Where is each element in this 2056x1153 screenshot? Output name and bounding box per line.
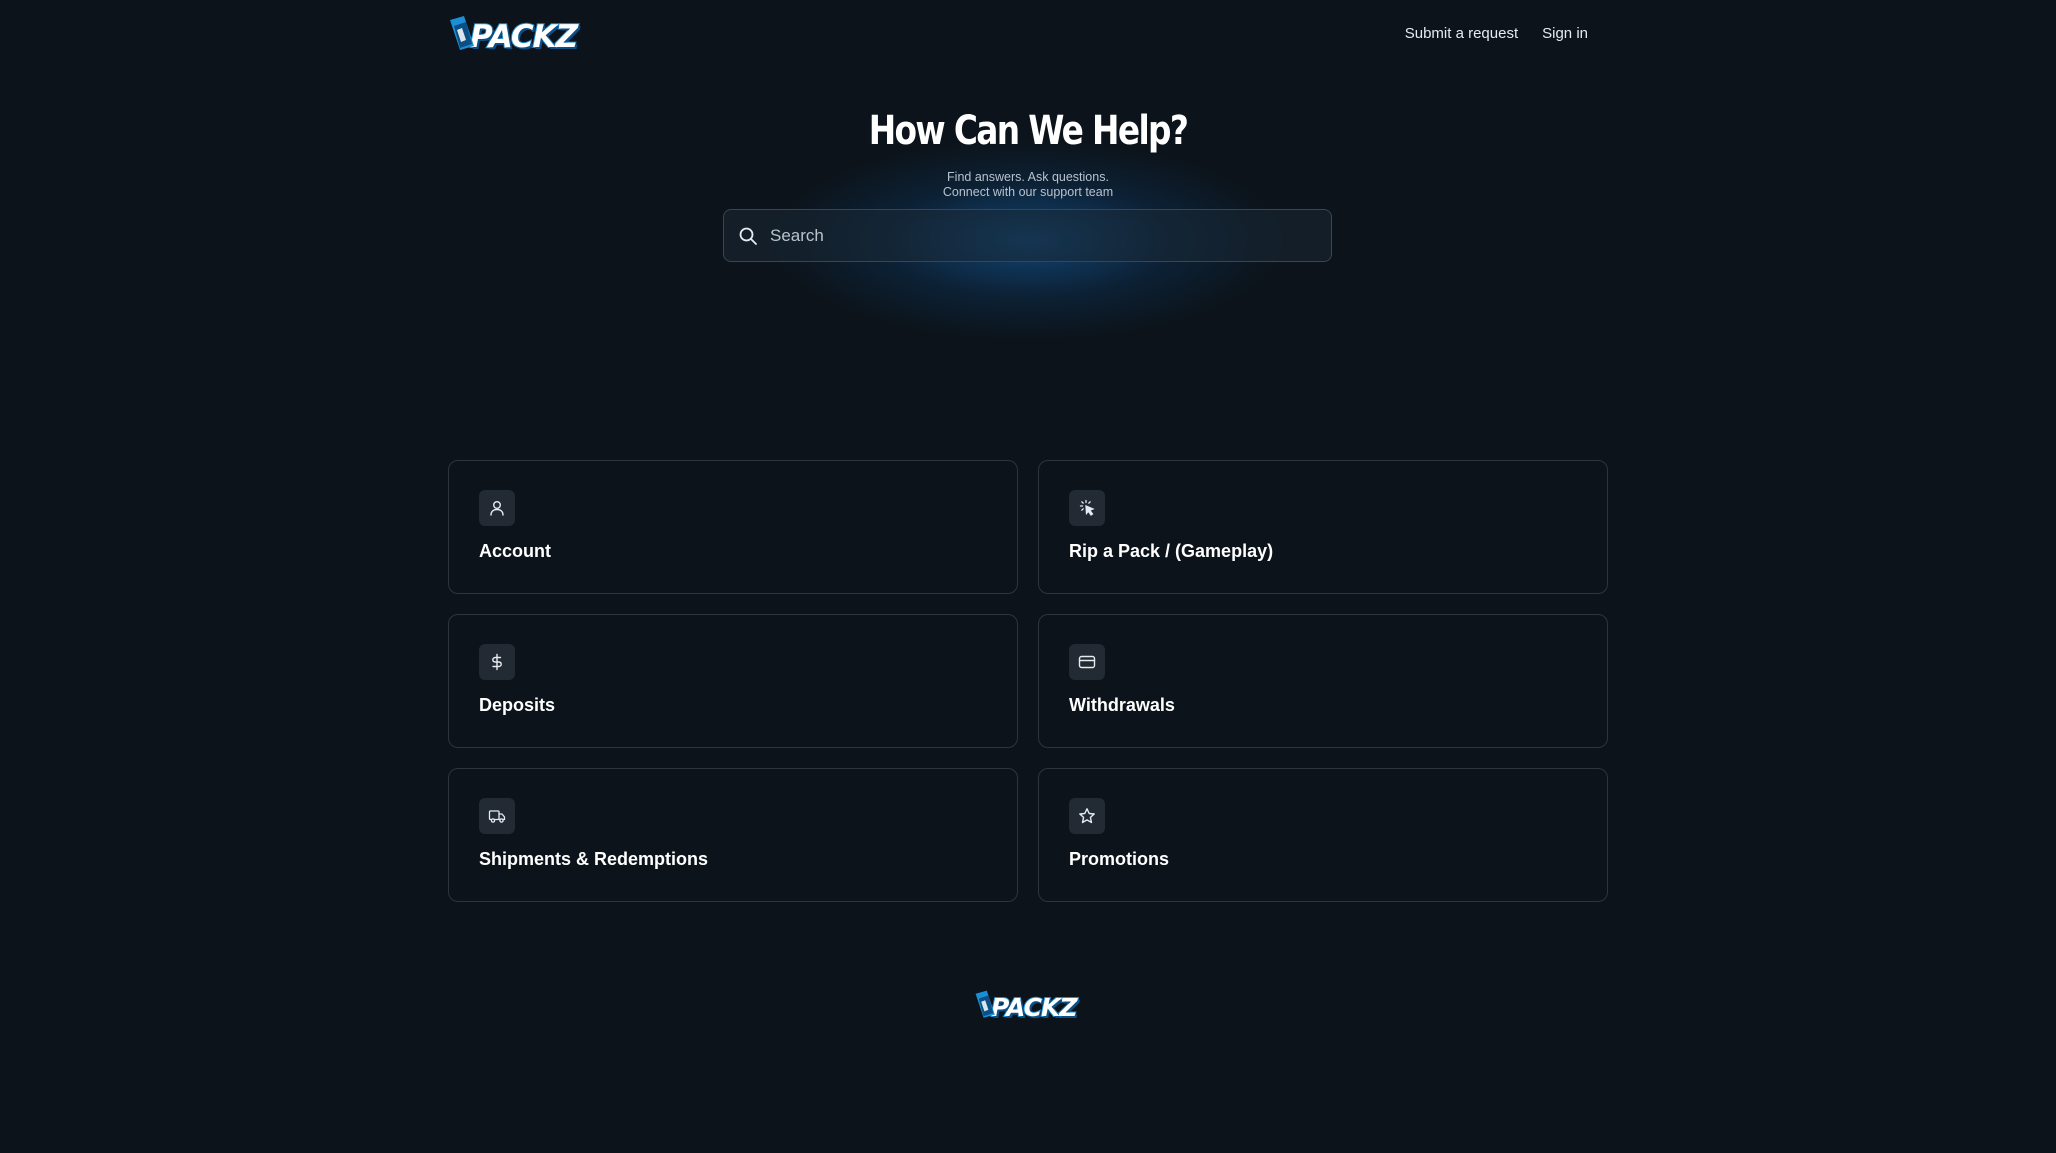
category-title: Promotions (1069, 849, 1170, 869)
click-sparkle-icon (1069, 490, 1105, 526)
sign-in-link[interactable]: Sign in (1542, 25, 1588, 42)
category-title: Account (479, 541, 551, 561)
category-card-shipments[interactable]: Shipments & Redemptions (448, 768, 1018, 902)
category-card-account[interactable]: Account (448, 460, 1018, 594)
truck-icon (479, 798, 515, 834)
header-logo[interactable]: PACKZ (448, 16, 579, 57)
footer-logo-text: PACKZ (990, 992, 1078, 1023)
submit-request-link[interactable]: Submit a request (1405, 25, 1518, 42)
category-card-deposits[interactable]: Deposits (448, 614, 1018, 748)
card-logo-icon (974, 990, 998, 1025)
header-logo-text: PACKZ (469, 18, 579, 56)
category-card-withdrawals[interactable]: Withdrawals (1038, 614, 1608, 748)
category-card-gameplay[interactable]: Rip a Pack / (Gameplay) (1038, 460, 1608, 594)
search-icon (738, 226, 758, 246)
page-title: How Can We Help? (868, 108, 1189, 154)
dollar-icon (479, 644, 515, 680)
footer-logo[interactable]: PACKZ (974, 990, 1078, 1025)
category-title: Shipments & Redemptions (479, 849, 709, 869)
card-logo-icon (448, 16, 478, 57)
star-icon (1069, 798, 1105, 834)
category-title: Rip a Pack / (Gameplay) (1069, 541, 1274, 561)
hero-subtitle-line-1: Find answers. Ask questions. (947, 170, 1109, 184)
category-title: Deposits (479, 695, 556, 715)
help-center-page: PACKZ Submit a request Sign in How Can W… (0, 0, 2056, 1153)
hero-subtitle-line-2: Connect with our support team (942, 185, 1114, 199)
search-input[interactable] (768, 209, 1331, 262)
credit-card-icon (1069, 644, 1105, 680)
hero-subtitle: Find answers. Ask questions. Connect wit… (0, 170, 2056, 200)
category-card-promotions[interactable]: Promotions (1038, 768, 1608, 902)
search-box[interactable] (723, 209, 1332, 262)
user-icon (479, 490, 515, 526)
category-title: Withdrawals (1069, 695, 1175, 715)
top-nav: Submit a request Sign in (1405, 25, 1588, 42)
category-grid: Account Rip a Pack / (Gameplay) Deposits… (448, 460, 1608, 902)
top-bar: PACKZ Submit a request Sign in (0, 0, 2056, 72)
